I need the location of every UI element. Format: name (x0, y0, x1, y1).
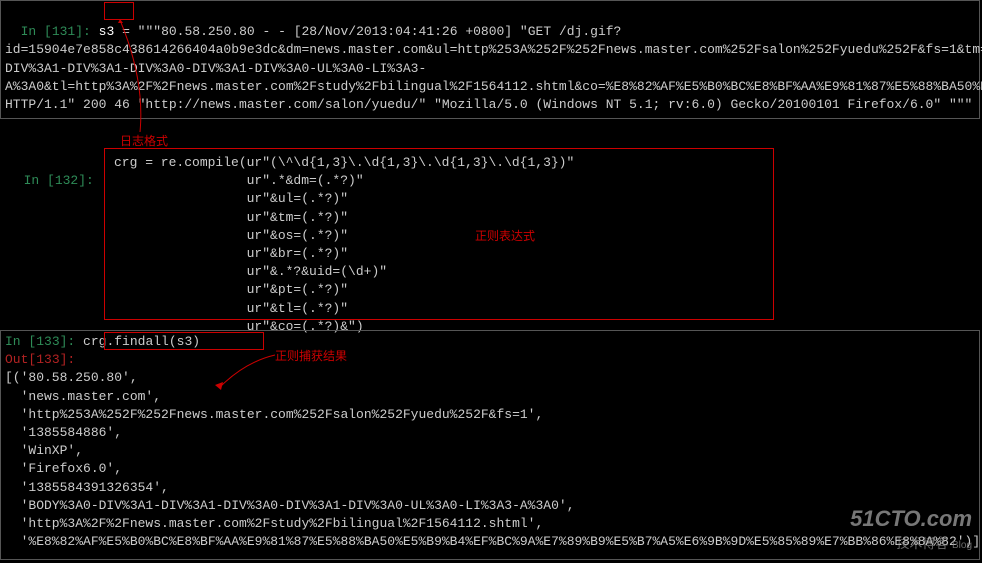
out-prompt-num-133: 133 (36, 352, 59, 367)
in-prompt-133: In [ (5, 334, 36, 349)
in-prompt-end-133: ]: (60, 334, 76, 349)
in-prompt-132: In [ (24, 173, 55, 188)
annotation-box-findall (104, 332, 264, 350)
annotation-box-log (104, 2, 134, 20)
out-prompt-133: Out[ (5, 352, 36, 367)
code-131: = """80.58.250.80 - - [28/Nov/2013:04:41… (5, 24, 982, 112)
in-prompt-131: In [ (21, 24, 52, 39)
cell-133-out-row: Out[133]: (5, 351, 975, 369)
watermark-sub: 技术博客 Blog (850, 535, 972, 553)
in-prompt-end-131: ]: (75, 24, 91, 39)
watermark: 51CTO.com 技术博客 Blog (850, 504, 972, 553)
out-prompt-end-133: ]: (60, 352, 76, 367)
code-cell-131: In [131]: s3 = """80.58.250.80 - - [28/N… (0, 0, 980, 119)
annotation-label-regex: 正则表达式 (475, 228, 535, 245)
in-prompt-num-132: 132 (55, 173, 78, 188)
watermark-main: 51CTO.com (850, 504, 972, 535)
annotation-box-regex (104, 148, 774, 320)
var-s3: s3 (99, 24, 115, 39)
in-prompt-num-131: 131 (52, 24, 75, 39)
output-133: [('80.58.250.80', 'news.master.com', 'ht… (5, 369, 975, 551)
code-cell-133: In [133]: crg.findall(s3) Out[133]: [('8… (0, 330, 980, 560)
annotation-label-capture: 正则捕获结果 (275, 348, 347, 365)
code-cell-132: In [132]: (4, 152, 98, 192)
in-prompt-num-133: 133 (36, 334, 59, 349)
in-prompt-end-132: ]: (78, 173, 94, 188)
